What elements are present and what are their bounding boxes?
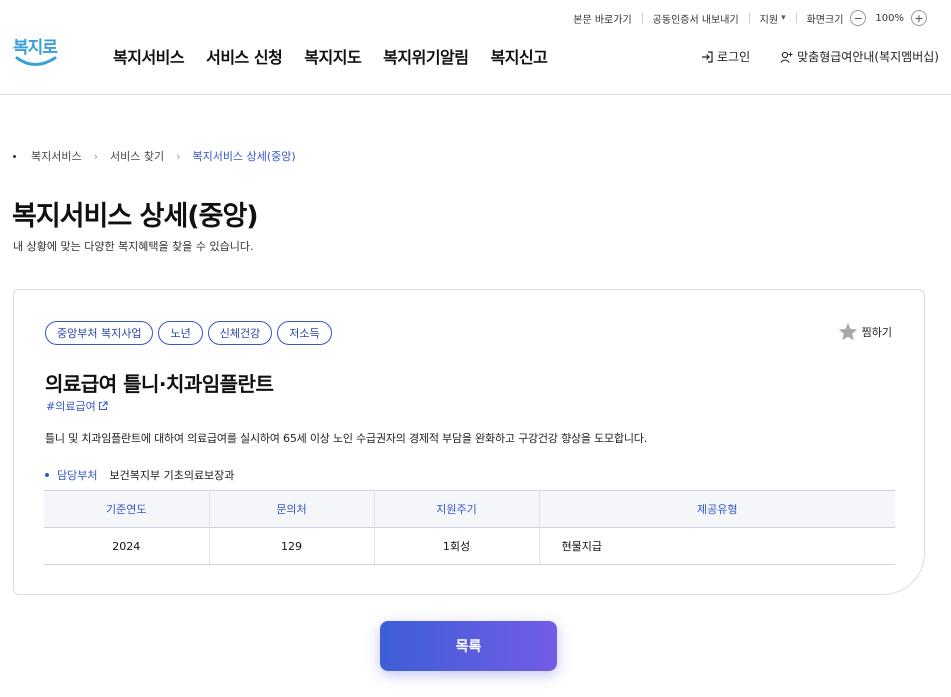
chevron-down-icon: ▾ <box>781 13 786 23</box>
breadcrumb-item-current: 복지서비스 상세(중앙) <box>192 150 296 163</box>
department-value: 보건복지부 기초의료보장과 <box>109 469 235 482</box>
divider <box>795 13 797 23</box>
login-link[interactable]: 로그인 <box>701 48 750 65</box>
support-label: 지원 <box>759 14 779 26</box>
divider <box>641 13 643 23</box>
department-label: 담당부처 <box>57 469 98 482</box>
user-plus-icon <box>780 51 793 63</box>
support-menu[interactable]: 지원 ▾ <box>760 11 786 26</box>
list-button[interactable]: 목록 <box>380 621 557 671</box>
nav-welfare-report[interactable]: 복지신고 <box>491 44 548 68</box>
hashtag-label: #의료급여 <box>46 400 96 413</box>
cell-support-cycle: 1회성 <box>374 527 540 565</box>
tag-physical-health[interactable]: 신체건강 <box>207 321 273 345</box>
service-description: 틀니 및 치과임플란트에 대하여 의료급여를 실시하여 65세 이상 노인 수급… <box>45 432 648 445</box>
zoom-value: 100% <box>875 12 904 24</box>
membership-label: 맞춤형급여안내(복지멤버십) <box>797 50 939 64</box>
divider <box>748 13 750 23</box>
external-link-icon <box>98 401 108 411</box>
chevron-right-icon: › <box>176 149 181 163</box>
login-icon <box>702 50 713 63</box>
tag-low-income[interactable]: 저소득 <box>277 321 332 345</box>
nav-service-apply[interactable]: 서비스 신청 <box>206 44 283 68</box>
header-provision-type: 제공유형 <box>539 490 895 528</box>
logo-smile-icon <box>15 56 57 66</box>
service-title: 의료급여 틀니·치과임플란트 <box>45 372 274 396</box>
membership-link[interactable]: 맞춤형급여안내(복지멤버십) <box>780 48 939 65</box>
home-dot-icon <box>13 154 16 158</box>
breadcrumb-item-welfare-service[interactable]: 복지서비스 <box>31 148 82 164</box>
site-logo[interactable]: 복지로 <box>13 33 59 73</box>
nav-welfare-service[interactable]: 복지서비스 <box>113 44 185 68</box>
header-support-cycle: 지원주기 <box>374 490 540 528</box>
header-actions: 로그인 맞춤형급여안내(복지멤버십) <box>671 48 939 65</box>
main-nav: 복지서비스 서비스 신청 복지지도 복지위기알림 복지신고 <box>113 44 569 68</box>
skip-to-content-link[interactable]: 본문 바로가기 <box>573 11 631 26</box>
login-label: 로그인 <box>717 50 751 64</box>
nav-crisis-alert[interactable]: 복지위기알림 <box>383 44 469 68</box>
nav-welfare-map[interactable]: 복지지도 <box>304 44 361 68</box>
zoom-label: 화면크기 <box>806 14 844 26</box>
cell-base-year: 2024 <box>44 527 210 565</box>
header-contact: 문의처 <box>209 490 375 528</box>
zoom-in-button[interactable]: + <box>911 10 927 26</box>
cell-contact: 129 <box>209 527 375 565</box>
table-header-row: 기준연도 문의처 지원주기 제공유형 <box>44 490 895 528</box>
service-info-table: 기준연도 문의처 지원주기 제공유형 2024 129 1회성 현물지급 <box>44 490 895 565</box>
tag-central-ministry[interactable]: 중앙부처 복지사업 <box>45 321 154 345</box>
zoom-out-button[interactable]: − <box>850 10 867 26</box>
cell-provision-type: 현물지급 <box>539 527 895 565</box>
service-tags: 중앙부처 복지사업 노년 신체건강 저소득 <box>45 321 332 345</box>
cert-export-link[interactable]: 공동인증서 내보내기 <box>653 11 739 26</box>
service-hashtag-link[interactable]: #의료급여 <box>46 398 108 414</box>
header-base-year: 기준연도 <box>44 490 210 528</box>
page-subtitle: 내 상황에 맞는 다양한 복지혜택을 찾을 수 있습니다. <box>13 240 254 253</box>
department-row: 담당부처 보건복지부 기초의료보장과 <box>45 467 234 483</box>
utility-bar: 본문 바로가기 공동인증서 내보내기 지원 ▾ 화면크기 − 100% + <box>573 9 927 27</box>
table-row: 2024 129 1회성 현물지급 <box>44 527 895 565</box>
service-detail-card: 중앙부처 복지사업 노년 신체건강 저소득 찜하기 의료급여 틀니·치과임플란트… <box>13 289 925 595</box>
breadcrumb: 복지서비스 › 서비스 찾기 › 복지서비스 상세(중앙) <box>13 148 296 164</box>
favorite-label: 찜하기 <box>861 325 892 339</box>
bullet-icon <box>45 473 49 477</box>
favorite-button[interactable]: 찜하기 <box>838 322 892 341</box>
chevron-right-icon: › <box>93 149 99 163</box>
breadcrumb-item-service-search[interactable]: 서비스 찾기 <box>110 148 164 164</box>
star-icon <box>838 322 857 341</box>
tag-elderly[interactable]: 노년 <box>158 321 203 345</box>
page-title: 복지서비스 상세(중앙) <box>12 201 259 232</box>
